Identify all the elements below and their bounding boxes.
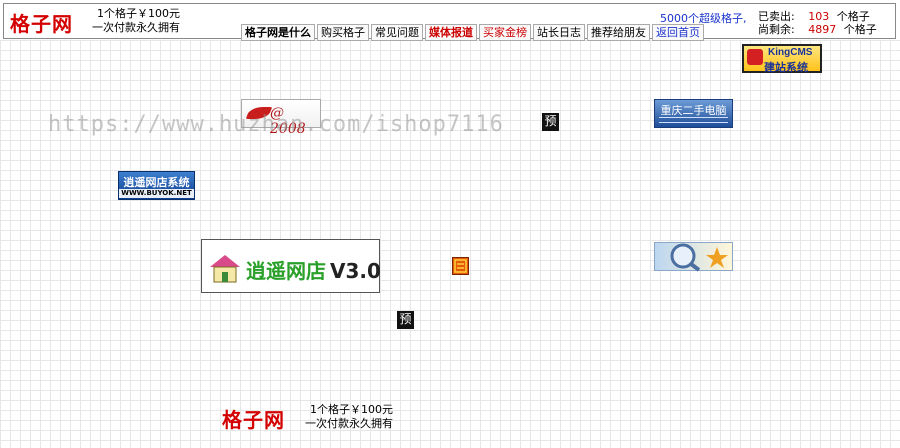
slogan-permanent: 一次付款永久拥有 [92,21,180,34]
ad-kingcms[interactable]: KingCMS 建站系统 [742,44,822,74]
kingcms-icon [747,49,763,65]
sold-unit: 个格子 [836,10,870,23]
footer-slogan: 1个格子￥100元 一次付款永久拥有 [305,403,393,431]
house-icon [208,253,242,283]
main-nav: 格子网是什么 购买格子 常见问题 媒体报道 买家金榜 站长日志 推荐给朋友 返回首页 [241,24,704,41]
slogan-price: 1个格子￥100元 [97,7,180,20]
watermark-text: https://www.huzhan.com/ishop7116 [48,112,504,137]
footer-slogan-price: 1个格子￥100元 [310,403,393,416]
ad-chongqing-used-pc[interactable]: 重庆二手电脑 [654,99,733,128]
chongqing-stripe [659,117,728,123]
nav-item-2[interactable]: 常见问题 [371,24,423,41]
seal-glyph-icon [454,259,467,273]
site-logo[interactable]: 格子网 [10,8,73,37]
xiaoyao-big-title: 逍遥网店 V3.0 [246,255,381,284]
footer-slogan-permanent: 一次付款永久拥有 [305,417,393,430]
remaining-row: 尚剩余: 4897 个格子 [758,23,877,36]
xiaoyao-brand: 逍遥网店 [246,259,326,283]
remaining-label: 尚剩余: [758,23,795,36]
nav-item-3[interactable]: 媒体报道 [425,24,477,41]
sold-count: 103 [808,10,830,23]
preview-cell-2[interactable]: 预 [397,311,414,329]
header-slogan: 1个格子￥100元 一次付款永久拥有 [92,7,180,35]
sold-label: 已卖出: [758,10,795,23]
remaining-unit: 个格子 [843,23,877,36]
kingcms-subtitle: 建站系统 [764,61,808,74]
header-bar: 格子网 1个格子￥100元 一次付款永久拥有 格子网是什么 购买格子 常见问题 媒体报… [3,3,896,41]
xiaoyao-small-title: 逍遥网店系统 [123,176,190,189]
chongqing-text: 重庆二手电脑 [660,104,727,117]
nav-item-0[interactable]: 格子网是什么 [241,24,315,41]
nav-item-6[interactable]: 推荐给朋友 [587,24,650,41]
magnifier-icon [670,243,728,272]
nav-item-5[interactable]: 站长日志 [533,24,585,41]
ad-xiaoyao-big[interactable]: 逍遥网店 V3.0 [201,239,381,293]
footer-logo[interactable]: 格子网 [222,404,285,433]
nav-item-1[interactable]: 购买格子 [317,24,369,41]
xiaoyao-small-url: WWW.BUYOK.NET [119,189,194,198]
ad-xiaoyao-small[interactable]: 逍遥网店系统 WWW.BUYOK.NET [118,171,195,200]
preview-cell-1[interactable]: 预 [542,113,559,131]
super-grid-link[interactable]: 5000个超级格子, [660,10,747,26]
ad-seal-icon[interactable] [452,257,469,275]
nav-item-4[interactable]: 买家金榜 [479,24,531,41]
remaining-count: 4897 [808,23,837,36]
pixel-grid[interactable] [0,40,900,448]
ad-magnifier-banner[interactable] [654,242,733,272]
nav-item-7[interactable]: 返回首页 [652,24,704,41]
kingcms-title: KingCMS [768,47,813,58]
xiaoyao-version: V3.0 [330,259,381,283]
sales-stats: 已卖出: 103 个格子 尚剩余: 4897 个格子 [758,10,877,36]
sold-row: 已卖出: 103 个格子 [758,10,877,23]
